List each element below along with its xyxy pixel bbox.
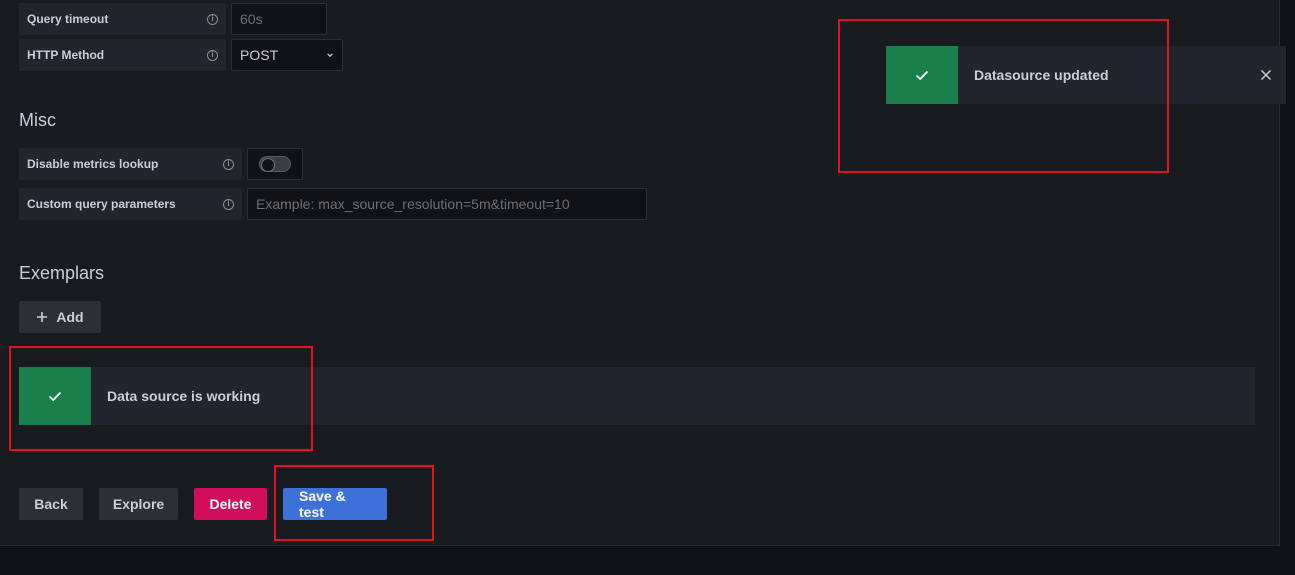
http-method-label-text: HTTP Method — [27, 48, 105, 62]
custom-query-parameters-placeholder: Example: max_source_resolution=5m&timeou… — [256, 196, 570, 212]
custom-query-parameters-input[interactable]: Example: max_source_resolution=5m&timeou… — [247, 188, 647, 220]
query-timeout-label: Query timeout i — [19, 3, 226, 35]
add-exemplar-button[interactable]: Add — [19, 301, 101, 333]
back-button[interactable]: Back — [19, 488, 83, 520]
disable-metrics-lookup-label-text: Disable metrics lookup — [27, 157, 159, 171]
add-exemplar-label: Add — [56, 309, 84, 325]
explore-button[interactable]: Explore — [99, 488, 178, 520]
close-icon[interactable] — [1260, 69, 1272, 81]
custom-query-parameters-label: Custom query parameters i — [19, 188, 242, 220]
http-method-label: HTTP Method i — [19, 39, 226, 71]
plus-icon — [37, 312, 48, 322]
http-method-value: POST — [240, 47, 279, 63]
info-icon[interactable]: i — [207, 13, 218, 25]
info-icon[interactable]: i — [223, 198, 234, 210]
exemplars-section-title: Exemplars — [19, 263, 105, 283]
query-timeout-input[interactable]: 60s — [231, 3, 327, 35]
query-timeout-label-text: Query timeout — [27, 12, 109, 26]
disable-metrics-lookup-label: Disable metrics lookup i — [19, 148, 242, 180]
misc-section-title: Misc — [19, 110, 56, 130]
custom-query-parameters-row: Custom query parameters i Example: max_s… — [19, 188, 647, 220]
highlight-box-save — [274, 465, 434, 541]
highlight-box-toast — [838, 19, 1169, 173]
disable-metrics-lookup-row: Disable metrics lookup i — [19, 148, 303, 180]
custom-query-parameters-label-text: Custom query parameters — [27, 197, 176, 211]
query-timeout-row: Query timeout i 60s — [19, 3, 327, 35]
delete-button[interactable]: Delete — [194, 488, 267, 520]
info-icon[interactable]: i — [207, 49, 218, 61]
query-timeout-placeholder: 60s — [240, 11, 263, 27]
chevron-down-icon — [327, 53, 333, 58]
highlight-box-status — [9, 346, 313, 451]
disable-metrics-lookup-toggle[interactable] — [259, 156, 291, 172]
info-icon[interactable]: i — [223, 158, 234, 170]
http-method-row: HTTP Method i POST — [19, 39, 343, 71]
disable-metrics-lookup-toggle-container — [247, 148, 303, 180]
http-method-select[interactable]: POST — [231, 39, 343, 71]
